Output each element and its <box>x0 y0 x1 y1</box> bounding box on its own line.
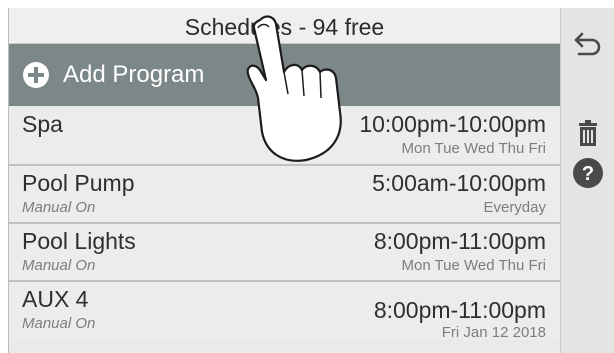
schedule-row-aux-4[interactable]: AUX 4 Manual On 8:00pm-11:00pm Fri Jan 1… <box>9 280 560 341</box>
schedule-mode: Manual On <box>22 199 96 216</box>
back-arrow-icon <box>573 31 603 62</box>
plus-circle-icon <box>22 61 50 89</box>
help-icon: ? <box>572 157 604 194</box>
schedule-days: Fri Jan 12 2018 <box>441 324 546 341</box>
add-program-button[interactable]: Add Program <box>9 44 560 106</box>
page-title: Schedules - 94 free <box>9 8 560 44</box>
svg-text:?: ? <box>582 163 594 185</box>
schedule-name: Spa <box>22 111 63 137</box>
add-program-label: Add Program <box>63 61 205 88</box>
schedule-time: 5:00am-10:00pm <box>372 170 546 196</box>
schedule-time: 8:00pm-11:00pm <box>373 297 546 323</box>
schedule-row-pool-pump[interactable]: Pool Pump Manual On 5:00am-10:00pm Every… <box>9 164 560 222</box>
schedule-name: Pool Lights <box>22 228 136 254</box>
schedules-screen: Schedules - 94 free Add Program Spa 10:0… <box>0 0 614 353</box>
schedule-mode: Manual On <box>22 315 96 332</box>
schedule-time: 10:00pm-10:00pm <box>359 111 546 137</box>
schedule-name: AUX 4 <box>22 286 89 312</box>
schedule-days: Mon Tue Wed Thu Fri <box>401 140 546 157</box>
schedule-mode: Manual On <box>22 257 96 274</box>
trash-icon <box>577 119 599 152</box>
schedule-row-pool-lights[interactable]: Pool Lights Manual On 8:00pm-11:00pm Mon… <box>9 222 560 280</box>
back-button[interactable] <box>568 26 608 66</box>
schedule-time: 8:00pm-11:00pm <box>373 228 546 254</box>
schedule-days: Everyday <box>483 199 546 216</box>
schedule-list: Spa 10:00pm-10:00pm Mon Tue Wed Thu Fri … <box>9 107 560 341</box>
schedule-name: Pool Pump <box>22 170 135 196</box>
schedules-panel: Schedules - 94 free Add Program Spa 10:0… <box>8 8 560 353</box>
schedule-days: Mon Tue Wed Thu Fri <box>401 257 546 274</box>
help-button[interactable]: ? <box>568 155 608 195</box>
schedule-row-spa[interactable]: Spa 10:00pm-10:00pm Mon Tue Wed Thu Fri <box>9 107 560 164</box>
delete-button[interactable] <box>568 115 608 155</box>
action-sidebar: ? <box>560 8 614 353</box>
